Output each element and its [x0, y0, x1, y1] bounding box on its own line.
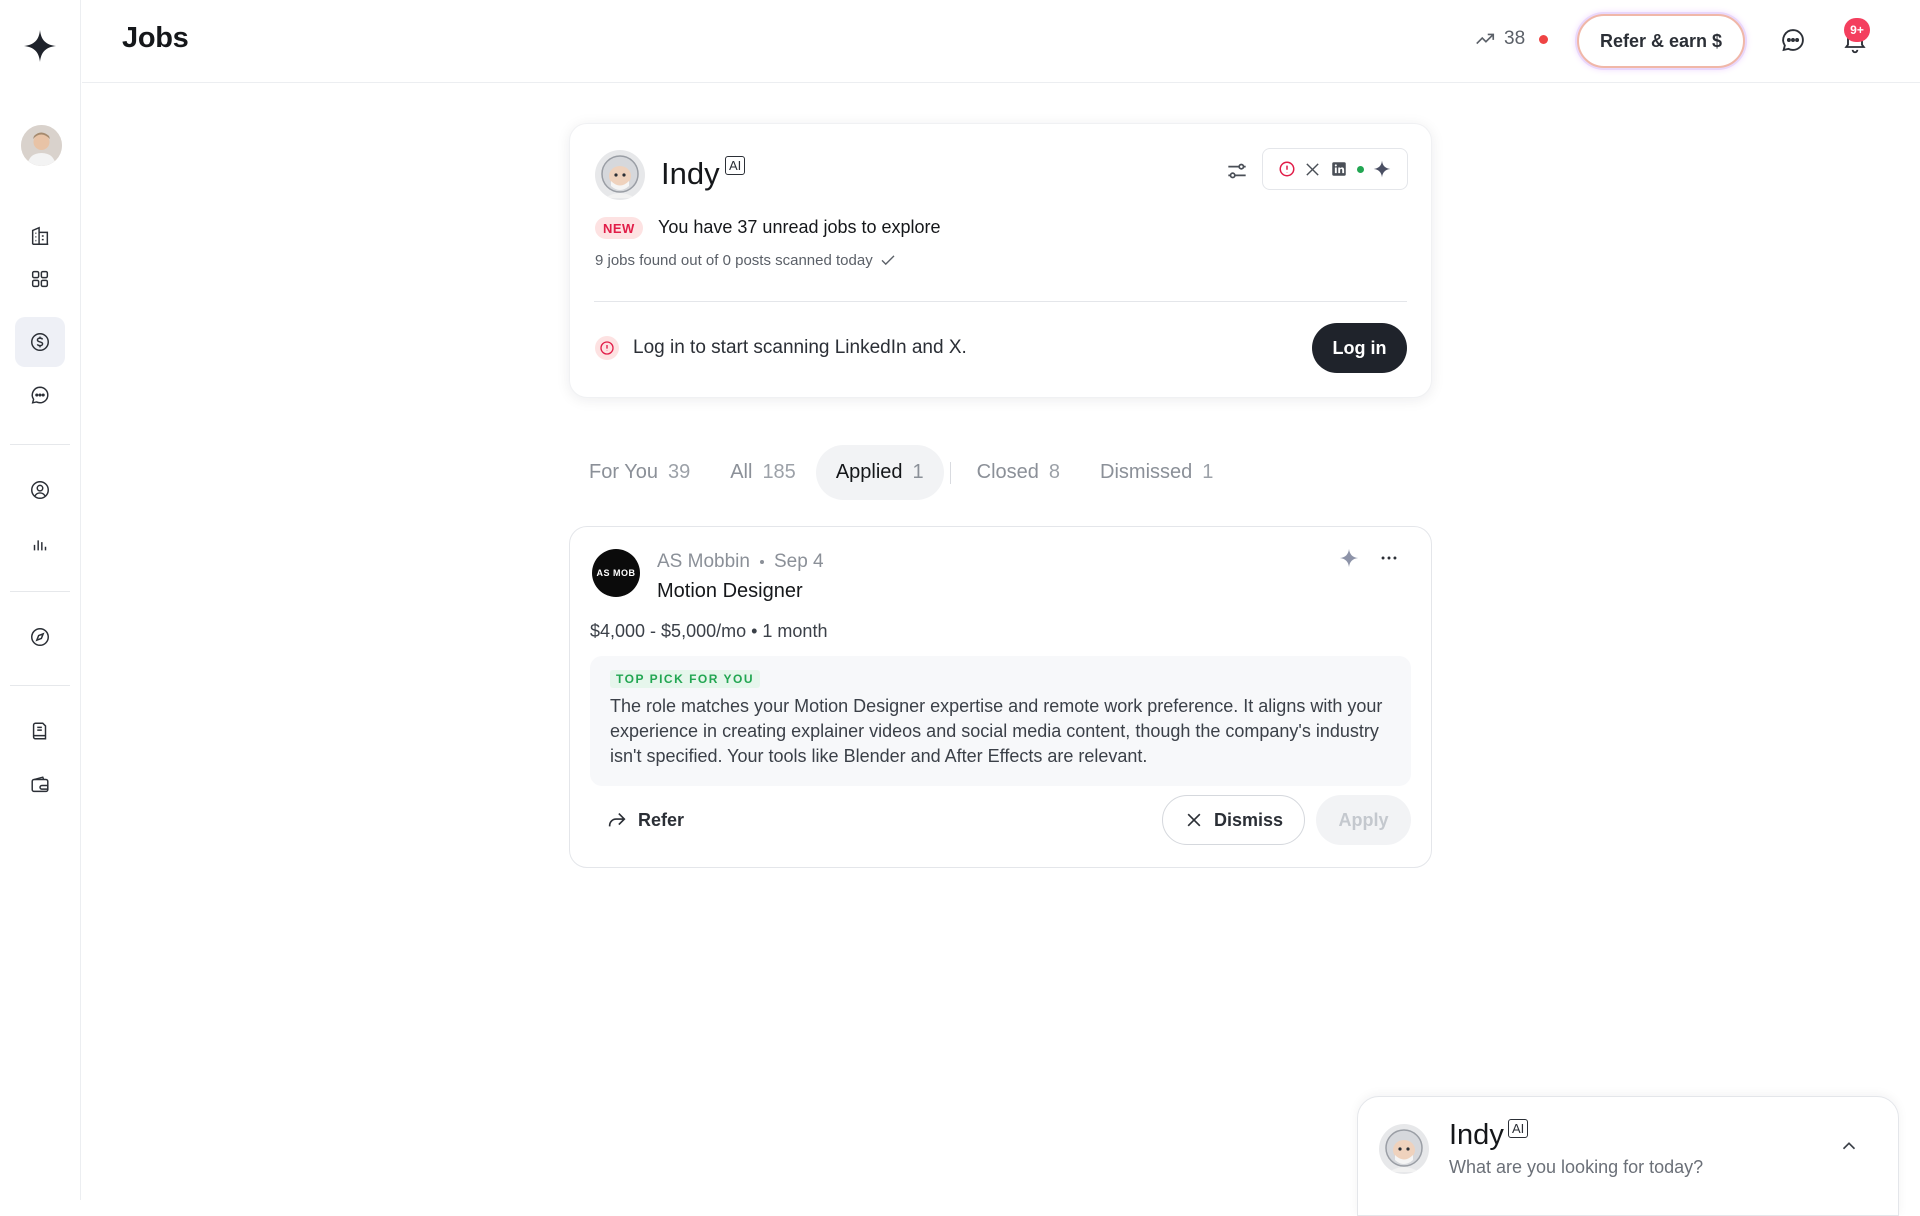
- sidebar: [0, 0, 81, 1200]
- dock-ai-tag: AI: [1508, 1119, 1529, 1138]
- indy-avatar: [1379, 1124, 1429, 1174]
- tab-count: 185: [762, 461, 796, 483]
- status-dot: [1356, 165, 1364, 173]
- refer-button[interactable]: Refer: [606, 809, 684, 831]
- indy-assistant-card: Indy AI NEW You have 37 unread jobs to e…: [569, 123, 1432, 398]
- warning-icon: [595, 336, 619, 360]
- apply-button[interactable]: Apply: [1316, 795, 1411, 845]
- job-date: Sep 4: [773, 551, 824, 572]
- dismiss-label: Dismiss: [1213, 809, 1284, 830]
- tab-for-you[interactable]: For You 39: [569, 445, 710, 500]
- scan-summary-text: 9 jobs found out of 0 posts scanned toda…: [595, 251, 873, 269]
- job-tabs: For You 39 All 185 Applied 1 Closed 8 Dismis…: [569, 445, 1233, 500]
- chevron-up-icon[interactable]: [1838, 1135, 1860, 1157]
- chat-icon: [1782, 29, 1804, 52]
- nav-dollar-icon[interactable]: [15, 317, 65, 367]
- tab-separator: [949, 461, 951, 484]
- bullet-separator: [759, 560, 764, 564]
- tab-label: Closed: [976, 461, 1039, 483]
- tab-label: Applied: [835, 461, 903, 483]
- indy-name: Indy: [661, 156, 720, 191]
- app-logo-icon[interactable]: [22, 28, 58, 64]
- dock-prompt[interactable]: What are you looking for today?: [1449, 1157, 1703, 1178]
- tab-count: 1: [912, 461, 924, 483]
- refer-label: Refer: [638, 809, 685, 830]
- notification-badge: 9+: [1844, 18, 1870, 42]
- nav-chat-icon[interactable]: [15, 370, 65, 420]
- dismiss-button[interactable]: Dismiss: [1162, 795, 1305, 845]
- share-arrow-icon: [608, 812, 626, 827]
- tab-count: 39: [667, 461, 691, 483]
- nav-user-circle-icon[interactable]: [15, 465, 65, 515]
- nav-compass-icon[interactable]: [15, 612, 65, 662]
- top-pick-text: The role matches your Motion Designer ex…: [610, 696, 1383, 766]
- login-button[interactable]: Log in: [1312, 323, 1407, 373]
- page-title: Jobs: [122, 22, 189, 54]
- ai-tag: AI: [725, 156, 746, 175]
- card-divider: [594, 301, 1407, 302]
- alert-circle-icon: [1279, 161, 1295, 177]
- top-pick-label: TOP PICK FOR YOU: [610, 670, 761, 688]
- job-title: Motion Designer: [657, 580, 803, 602]
- trend-up-icon: [1476, 33, 1495, 45]
- tab-closed[interactable]: Closed 8: [957, 445, 1080, 500]
- linkedin-icon: [1332, 162, 1346, 176]
- tab-label: Dismissed: [1100, 461, 1193, 483]
- streak-count: 38: [1504, 28, 1526, 49]
- company-name: AS Mobbin: [657, 551, 750, 572]
- sidebar-divider: [10, 444, 70, 445]
- nav-document-icon[interactable]: [15, 706, 65, 756]
- sidebar-divider: [10, 591, 70, 592]
- dock-indy-name: Indy: [1449, 1119, 1504, 1151]
- indy-avatar: [595, 150, 645, 200]
- filter-sliders-icon[interactable]: [1224, 158, 1250, 184]
- tab-count: 1: [1202, 461, 1214, 483]
- job-pay: $4,000 - $5,000/mo • 1 month: [590, 621, 828, 641]
- tab-all[interactable]: All 185: [710, 445, 816, 500]
- sidebar-divider: [10, 685, 70, 686]
- sparkle-icon[interactable]: [1338, 547, 1360, 569]
- top-bar: Jobs 38 Refer & earn $ 9+: [82, 0, 1920, 83]
- login-message: Log in to start scanning LinkedIn and X.: [633, 337, 967, 358]
- check-icon: [881, 255, 895, 266]
- user-avatar[interactable]: [21, 125, 62, 166]
- close-icon: [1187, 813, 1201, 827]
- messages-button[interactable]: [1775, 22, 1811, 58]
- tab-dismissed[interactable]: Dismissed 1: [1080, 445, 1233, 500]
- x-logo-icon: [1306, 162, 1319, 176]
- company-line: AS Mobbin Sep 4: [657, 551, 824, 573]
- new-badge: NEW: [595, 217, 643, 239]
- indy-chat-dock[interactable]: Indy AI What are you looking for today?: [1357, 1096, 1899, 1216]
- scan-sources-group[interactable]: [1262, 148, 1408, 190]
- tab-label: For You: [589, 461, 658, 483]
- job-card[interactable]: AS MOB AS Mobbin Sep 4 Motion Designer $…: [569, 526, 1432, 868]
- unread-jobs-text: You have 37 unread jobs to explore: [658, 217, 941, 237]
- sparkle-icon: [1373, 160, 1391, 178]
- scan-summary: 9 jobs found out of 0 posts scanned toda…: [595, 251, 897, 269]
- tab-count: 8: [1048, 461, 1061, 483]
- tab-label: All: [730, 461, 753, 483]
- nav-bar-chart-icon[interactable]: [15, 519, 65, 569]
- nav-grid-icon[interactable]: [15, 254, 65, 304]
- tab-applied[interactable]: Applied 1: [815, 445, 944, 500]
- top-pick-box: TOP PICK FOR YOU The role matches your M…: [590, 656, 1411, 786]
- company-logo: AS MOB: [592, 549, 640, 597]
- nav-wallet-icon[interactable]: [15, 760, 65, 810]
- refer-earn-button[interactable]: Refer & earn $: [1577, 14, 1745, 68]
- more-options-icon[interactable]: [1378, 547, 1400, 569]
- streak-dot: [1539, 34, 1549, 44]
- streak-indicator[interactable]: 38: [1474, 28, 1549, 50]
